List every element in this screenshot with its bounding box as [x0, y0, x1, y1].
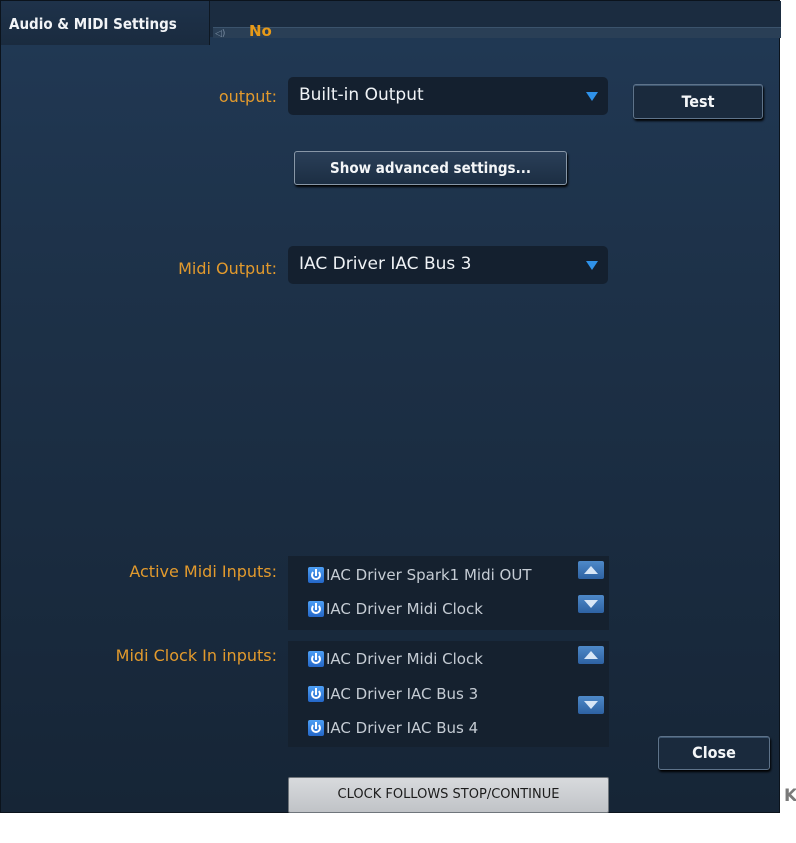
- scroll-up-button[interactable]: [578, 646, 604, 664]
- list-item-label: IAC Driver IAC Bus 4: [326, 719, 479, 737]
- settings-panel: ◁) No Audio & MIDI Settings output: Buil…: [0, 0, 781, 813]
- output-label: output:: [218, 87, 277, 106]
- output-value: Built-in Output: [299, 85, 424, 105]
- power-toggle-icon[interactable]: [308, 567, 324, 583]
- active-midi-inputs-label: Active Midi Inputs:: [129, 562, 277, 581]
- stray-character: K: [784, 786, 796, 806]
- list-item-label: IAC Driver Midi Clock: [326, 600, 483, 618]
- midi-clock-inputs-list[interactable]: IAC Driver Midi Clock IAC Driver IAC Bus…: [288, 641, 609, 747]
- arrow-up-icon: [584, 566, 598, 574]
- list-item[interactable]: IAC Driver Spark1 Midi OUT: [308, 564, 532, 586]
- active-midi-inputs-list[interactable]: IAC Driver Spark1 Midi OUT IAC Driver Mi…: [288, 556, 609, 630]
- background-tab[interactable]: [213, 27, 781, 38]
- midi-output-label: Midi Output:: [178, 259, 277, 278]
- chevron-down-icon: [586, 92, 598, 101]
- clock-follows-stop-continue-button[interactable]: CLOCK FOLLOWS STOP/CONTINUE: [288, 777, 609, 813]
- list-item[interactable]: IAC Driver Midi Clock: [308, 598, 483, 620]
- arrow-up-icon: [584, 651, 598, 659]
- power-toggle-icon[interactable]: [308, 651, 324, 667]
- window-title: Audio & MIDI Settings: [9, 15, 177, 33]
- midi-output-value: IAC Driver IAC Bus 3: [299, 254, 472, 274]
- list-item-label: IAC Driver Spark1 Midi OUT: [326, 566, 532, 584]
- background-tab-label: No: [249, 22, 272, 37]
- list-item-label: IAC Driver Midi Clock: [326, 650, 483, 668]
- close-button[interactable]: Close: [658, 736, 770, 770]
- list-item[interactable]: IAC Driver IAC Bus 4: [308, 717, 478, 739]
- chevron-down-icon: [586, 261, 598, 270]
- arrow-down-icon: [584, 600, 598, 608]
- power-toggle-icon[interactable]: [308, 601, 324, 617]
- power-toggle-icon[interactable]: [308, 686, 324, 702]
- arrow-down-icon: [584, 701, 598, 709]
- speaker-icon: ◁): [215, 29, 226, 39]
- midi-output-dropdown[interactable]: IAC Driver IAC Bus 3: [288, 246, 608, 284]
- show-advanced-settings-button[interactable]: Show advanced settings...: [294, 151, 567, 185]
- output-dropdown[interactable]: Built-in Output: [288, 77, 608, 115]
- list-item-label: IAC Driver IAC Bus 3: [326, 685, 479, 703]
- scroll-up-button[interactable]: [578, 561, 604, 579]
- scroll-down-button[interactable]: [578, 595, 604, 613]
- list-item[interactable]: IAC Driver Midi Clock: [308, 648, 483, 670]
- test-button[interactable]: Test: [633, 84, 763, 119]
- power-toggle-icon[interactable]: [308, 720, 324, 736]
- scroll-down-button[interactable]: [578, 696, 604, 714]
- window-title-bar: Audio & MIDI Settings: [1, 1, 210, 45]
- list-item[interactable]: IAC Driver IAC Bus 3: [308, 683, 478, 705]
- midi-clock-inputs-label: Midi Clock In inputs:: [115, 646, 277, 665]
